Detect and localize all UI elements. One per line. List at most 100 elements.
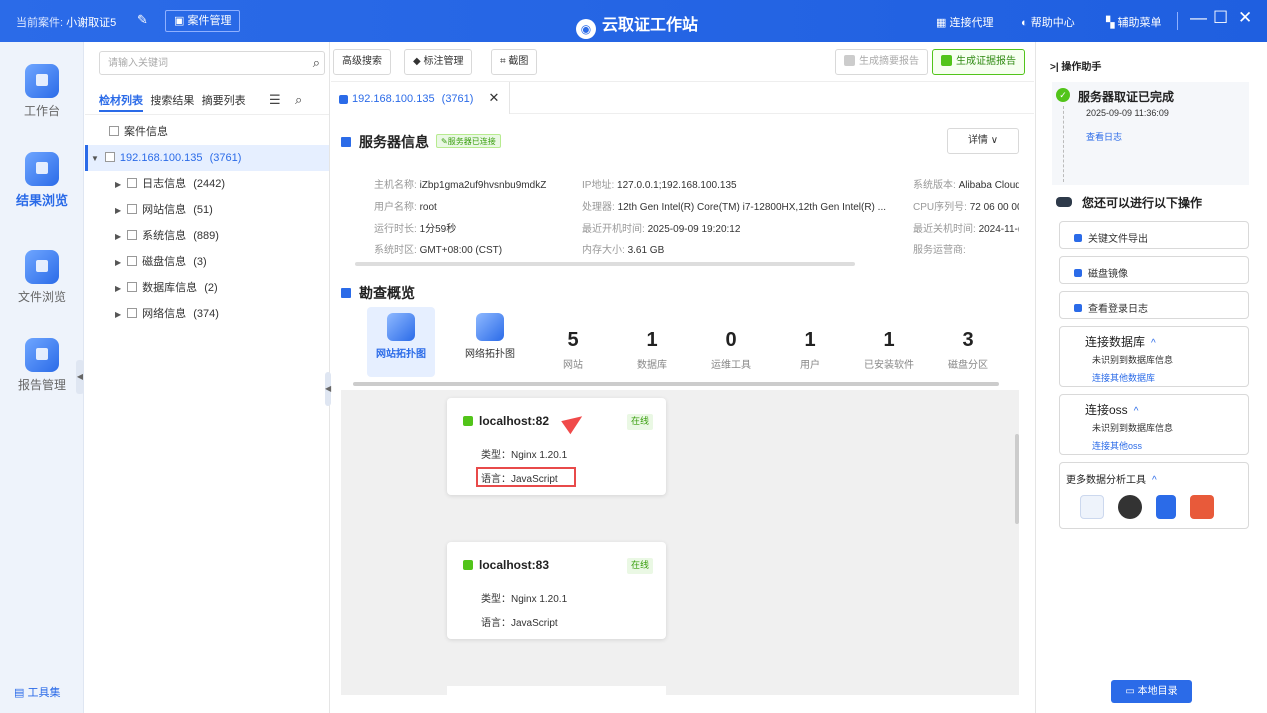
website-card[interactable]: localhost:83 在线 类型：Nginx 1.20.1 语言：JavaS…	[447, 542, 666, 639]
tree-item-websites[interactable]: ▶ 网站信息 (51)	[115, 197, 213, 223]
stat-disk-partitions[interactable]: 3 磁盘分区	[933, 328, 1003, 371]
tree-item-network[interactable]: ▶ 网络信息 (374)	[115, 301, 219, 327]
caret-right-icon[interactable]: ▶	[115, 198, 121, 224]
nav-item-results[interactable]: 结果浏览	[0, 152, 84, 209]
help-center-button[interactable]: ◐ 帮助中心	[1021, 14, 1075, 30]
tag-management-button[interactable]: ◆ 标注管理	[404, 49, 473, 75]
screenshot-button[interactable]: ⌗ 截图	[491, 49, 538, 75]
server-info-title-text: 服务器信息	[359, 134, 429, 150]
tab-host-label: 192.168.100.135	[352, 93, 435, 105]
generate-evidence-report-button[interactable]: 生成证据报告	[932, 49, 1025, 75]
view-log-link[interactable]: 查看日志	[1086, 130, 1122, 143]
caret-right-icon[interactable]: ▶	[115, 224, 121, 250]
local-directory-button[interactable]: ▭ 本地目录	[1111, 680, 1192, 703]
chevron-up-icon[interactable]: ^	[1151, 338, 1156, 349]
tree-item-host[interactable]: ▼ 192.168.100.135 (3761)	[85, 145, 329, 171]
tree-item-system[interactable]: ▶ 系统信息 (889)	[115, 223, 219, 249]
tree-collapse-handle[interactable]: ◀	[325, 372, 331, 406]
generate-summary-report-button[interactable]: 生成摘要报告	[835, 49, 928, 75]
nav-item-workbench[interactable]: 工作台	[0, 64, 84, 119]
et-tool-icon[interactable]	[1118, 495, 1142, 519]
tab-search-results[interactable]: 搜索结果	[150, 92, 194, 108]
connect-database-title[interactable]: 连接数据库 ^	[1085, 333, 1156, 350]
tile-website-topology[interactable]: 网站拓扑图	[367, 307, 435, 377]
nav-collapse-handle[interactable]: ◀	[76, 360, 84, 394]
network-tool-icon[interactable]	[1190, 495, 1214, 519]
view-login-log-button[interactable]: 查看登录日志	[1059, 291, 1249, 319]
tree-search-icon[interactable]: ⌕	[295, 92, 302, 108]
checkbox[interactable]	[127, 308, 138, 318]
disk-image-button[interactable]: 磁盘镜像	[1059, 256, 1249, 284]
caret-right-icon[interactable]: ▶	[115, 172, 121, 198]
stat-ops-tools[interactable]: 0 运维工具	[696, 328, 766, 371]
more-ops-text: 您还可以进行以下操作	[1082, 196, 1203, 210]
assistant-title: 操作助手	[1061, 62, 1102, 73]
stat-label: 用户	[800, 360, 820, 371]
connect-other-oss-link[interactable]: 连接其他oss	[1092, 439, 1142, 452]
checkbox[interactable]	[127, 178, 138, 188]
toolset-button[interactable]: ▤ 工具集	[14, 684, 60, 700]
checkbox[interactable]	[109, 126, 119, 136]
analysis-tools-title[interactable]: 更多数据分析工具 ^	[1066, 471, 1157, 486]
checkbox[interactable]	[104, 152, 115, 162]
connect-other-db-link[interactable]: 连接其他数据库	[1092, 371, 1155, 384]
tile-network-topology[interactable]: 网络拓扑图	[456, 307, 524, 377]
stat-databases[interactable]: 1 数据库	[617, 328, 687, 371]
tab-summary-list[interactable]: 摘要列表	[202, 92, 246, 108]
db-tool-icon[interactable]	[1080, 495, 1104, 519]
tab-evidence-list[interactable]: 检材列表	[99, 92, 143, 112]
canvas-vertical-scrollbar[interactable]	[1015, 434, 1019, 524]
server-connected-text: 服务器已连接	[447, 137, 496, 146]
tree-item-count: (3)	[193, 256, 207, 268]
minimize-icon[interactable]: —	[1190, 8, 1207, 28]
export-key-files-button[interactable]: 关键文件导出	[1059, 221, 1249, 249]
tree-item-label: 网站信息	[142, 204, 187, 216]
close-icon[interactable]: ✕	[1238, 8, 1252, 28]
generate-summary-label: 生成摘要报告	[859, 56, 919, 67]
keyword-search-input[interactable]	[100, 52, 295, 74]
connect-proxy-button[interactable]: ▦ 连接代理	[936, 14, 993, 30]
case-management-button[interactable]: ▣ 案件管理	[165, 10, 241, 32]
chevron-up-icon[interactable]: ^	[1152, 475, 1157, 486]
caret-right-icon[interactable]: ▶	[115, 276, 121, 302]
tree-item-logs[interactable]: ▶ 日志信息 (2442)	[115, 171, 225, 197]
info-memory: 内存大小: 3.61 GB	[582, 241, 902, 256]
document-tool-icon[interactable]	[1156, 495, 1176, 519]
stat-installed-software[interactable]: 1 已安装软件	[854, 328, 924, 371]
chevron-up-icon[interactable]: ^	[1134, 406, 1139, 417]
main-toolbar: 高级搜索 ◆ 标注管理 ⌗ 截图 生成摘要报告 生成证据报告	[331, 42, 1034, 82]
checkbox[interactable]	[127, 256, 138, 266]
tree-item-disks[interactable]: ▶ 磁盘信息 (3)	[115, 249, 207, 275]
website-card[interactable]: localhost:82 在线 类型：Nginx 1.20.1 语言：JavaS…	[447, 398, 666, 495]
aux-menu-button[interactable]: ▚ 辅助菜单	[1106, 14, 1162, 30]
stat-users[interactable]: 1 用户	[775, 328, 845, 371]
tree-item-case-info[interactable]: 案件信息	[109, 119, 168, 145]
close-tab-icon[interactable]: ✕	[489, 90, 500, 105]
maximize-icon[interactable]: ☐	[1213, 8, 1228, 28]
nav-item-reports[interactable]: 报告管理	[0, 338, 84, 393]
stat-label: 已安装软件	[864, 360, 914, 371]
details-button[interactable]: 详情 ∨	[947, 128, 1019, 154]
list-menu-icon[interactable]: ☰	[269, 92, 281, 108]
overview-scrollbar[interactable]	[353, 382, 999, 386]
collapse-right-icon[interactable]: >|	[1050, 62, 1059, 73]
checkbox[interactable]	[127, 230, 138, 240]
tab-host[interactable]: 192.168.100.135 (3761) ✕	[331, 82, 511, 114]
caret-down-icon[interactable]: ▼	[91, 146, 99, 172]
checkbox[interactable]	[127, 204, 138, 214]
caret-right-icon[interactable]: ▶	[115, 302, 121, 328]
info-provider: 服务运营商:	[913, 241, 1019, 256]
caret-right-icon[interactable]: ▶	[115, 250, 121, 276]
connect-oss-title[interactable]: 连接oss ^	[1085, 401, 1138, 418]
checkbox[interactable]	[127, 282, 138, 292]
nav-item-files[interactable]: 文件浏览	[0, 250, 84, 305]
advanced-search-button[interactable]: 高级搜索	[333, 49, 391, 75]
edit-icon[interactable]: ✎	[137, 12, 148, 28]
info-key: IP地址:	[582, 180, 615, 191]
tree-item-databases[interactable]: ▶ 数据库信息 (2)	[115, 275, 218, 301]
info-horizontal-scrollbar[interactable]	[355, 262, 855, 266]
search-icon[interactable]: ⌕	[313, 55, 320, 71]
assistant-panel: >| 操作助手 ✓ 服务器取证已完成 2025-09-09 11:36:09 查…	[1035, 42, 1267, 713]
info-key: 处理器:	[582, 202, 615, 213]
stat-websites[interactable]: 5 网站	[538, 328, 608, 371]
